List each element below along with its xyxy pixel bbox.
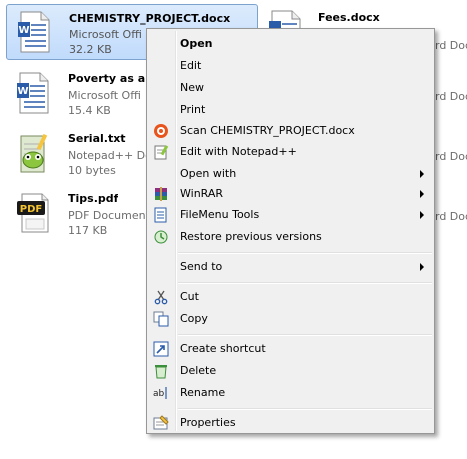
- word-doc-icon: W: [18, 11, 50, 53]
- menu-item-edit-notepadpp[interactable]: Edit with Notepad++: [149, 141, 432, 163]
- restore-icon: [154, 230, 168, 244]
- menu-label: Restore previous versions: [180, 230, 322, 243]
- svg-text:ab: ab: [153, 389, 165, 399]
- menu-separator: [178, 408, 432, 410]
- menu-item-edit[interactable]: Edit: [149, 55, 432, 77]
- menu-label: Edit with Notepad++: [180, 145, 297, 158]
- menu-separator: [178, 282, 432, 284]
- menu-item-open-with[interactable]: Open with: [149, 163, 432, 185]
- menu-label: Open: [180, 37, 213, 50]
- winrar-icon: [155, 187, 167, 201]
- file-size: 15.4 KB: [68, 104, 111, 117]
- menu-separator: [178, 252, 432, 254]
- file-type-right: rd Doc: [435, 90, 467, 103]
- file-name: Tips.pdf: [68, 192, 119, 205]
- menu-item-new[interactable]: New: [149, 77, 432, 99]
- menu-item-winrar[interactable]: WinRAR: [149, 183, 432, 205]
- file-size: 10 bytes: [68, 164, 116, 177]
- menu-label: Delete: [180, 364, 217, 377]
- menu-label: Properties: [180, 416, 236, 429]
- context-menu: Open Edit New Print Scan CHEMISTRY_PROJE…: [146, 28, 435, 434]
- submenu-arrow-icon: [420, 263, 424, 271]
- submenu-arrow-icon: [420, 211, 424, 219]
- rename-icon: ab: [153, 387, 167, 399]
- scissors-icon: [154, 290, 168, 305]
- file-name: Poverty as a ch: [68, 72, 146, 85]
- menu-item-send-to[interactable]: Send to: [149, 256, 432, 278]
- notepadpp-icon: [20, 133, 48, 173]
- menu-item-print[interactable]: Print: [149, 99, 432, 121]
- shortcut-icon: [153, 341, 169, 357]
- file-size: 117 KB: [68, 224, 108, 237]
- menu-label: Edit: [180, 59, 202, 72]
- antivirus-icon: [154, 124, 168, 138]
- menu-item-cut[interactable]: Cut: [149, 286, 432, 308]
- menu-label: FileMenu Tools: [180, 208, 260, 221]
- menu-item-copy[interactable]: Copy: [149, 308, 432, 330]
- menu-label: Rename: [180, 386, 226, 399]
- word-doc-icon: W: [17, 72, 49, 114]
- menu-label: Cut: [180, 290, 199, 303]
- menu-label: Copy: [180, 312, 208, 325]
- copy-icon: [153, 311, 169, 327]
- submenu-arrow-icon: [420, 190, 424, 198]
- file-name: Serial.txt: [68, 132, 126, 145]
- recycle-bin-icon: [155, 365, 167, 379]
- file-type: Microsoft Offi: [68, 89, 141, 102]
- menu-label: Open with: [180, 167, 237, 180]
- properties-icon: [153, 415, 169, 430]
- file-type-right: rd Doc: [435, 150, 467, 163]
- menu-item-delete[interactable]: Delete: [149, 360, 432, 382]
- file-size: 32.2 KB: [69, 43, 112, 56]
- menu-item-rename[interactable]: ab Rename: [149, 382, 432, 404]
- submenu-arrow-icon: [420, 170, 424, 178]
- svg-text:W: W: [17, 86, 28, 97]
- svg-text:W: W: [18, 25, 29, 36]
- menu-label: Print: [180, 103, 206, 116]
- menu-label: Send to: [180, 260, 223, 273]
- menu-label: New: [180, 81, 204, 94]
- file-name: CHEMISTRY_PROJECT.docx: [69, 12, 231, 25]
- file-type: Notepad++ Doc: [68, 149, 158, 162]
- menu-item-scan[interactable]: Scan CHEMISTRY_PROJECT.docx: [149, 120, 432, 142]
- menu-item-properties[interactable]: Properties: [149, 412, 432, 434]
- svg-text:PDF: PDF: [20, 204, 42, 215]
- menu-label: Create shortcut: [180, 342, 266, 355]
- menu-separator: [178, 334, 432, 336]
- notepadpp-icon: [154, 145, 169, 160]
- menu-item-filemenu-tools[interactable]: FileMenu Tools: [149, 204, 432, 226]
- menu-item-create-shortcut[interactable]: Create shortcut: [149, 338, 432, 360]
- file-name: Fees.docx: [318, 11, 380, 24]
- pdf-icon: PDF: [17, 193, 49, 233]
- filemenu-tools-icon: [154, 207, 167, 223]
- menu-label: WinRAR: [180, 187, 224, 200]
- file-type: rd Doc: [435, 39, 467, 52]
- menu-label: Scan CHEMISTRY_PROJECT.docx: [180, 124, 355, 137]
- menu-item-open[interactable]: Open: [149, 33, 432, 55]
- file-type: Microsoft Offi: [69, 28, 142, 41]
- file-type-right: rd Doc: [435, 210, 467, 223]
- menu-item-restore-previous[interactable]: Restore previous versions: [149, 226, 432, 248]
- file-type: PDF Document: [68, 209, 150, 222]
